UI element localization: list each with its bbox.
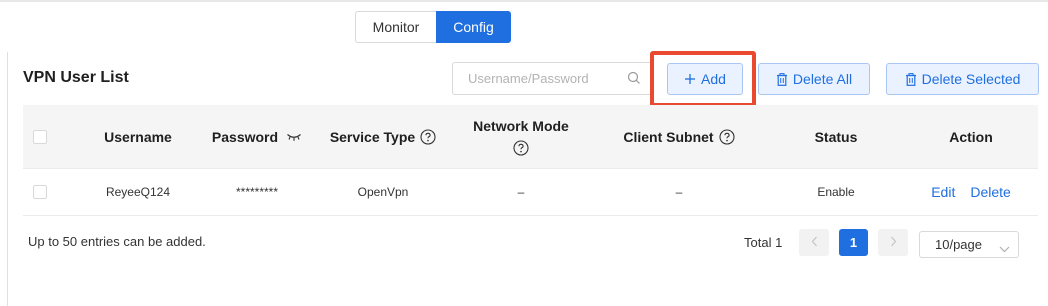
search-icon[interactable] <box>627 71 641 85</box>
row-username: ReyeeQ124 <box>105 185 171 199</box>
header-service-type: Service Type <box>323 105 443 168</box>
header-password: Password <box>197 105 317 168</box>
header-action: Action <box>949 128 993 145</box>
header-client-subnet: Client Subnet <box>599 105 759 168</box>
chevron-right-icon <box>890 235 897 250</box>
left-divider <box>7 52 8 306</box>
page-number-current[interactable]: 1 <box>839 229 868 256</box>
delete-all-label: Delete All <box>792 71 853 87</box>
view-switcher: Monitor Config <box>355 11 511 43</box>
table-header: Username Password Service Type Network M… <box>23 105 1038 169</box>
entry-limit-note: Up to 50 entries can be added. <box>28 234 206 249</box>
tab-monitor[interactable]: Monitor <box>355 11 436 43</box>
header-client-subnet-label: Client Subnet <box>623 128 714 145</box>
row-network-mode: – <box>517 185 525 199</box>
header-username: Username <box>104 128 172 145</box>
delete-selected-label: Delete Selected <box>921 71 1021 87</box>
header-network-mode-label: Network Mode <box>473 117 569 134</box>
row-status: Enable <box>817 185 855 199</box>
total-count: Total 1 <box>744 235 783 250</box>
chevron-left-icon <box>811 235 818 250</box>
page-size-value: 10/page <box>935 237 982 252</box>
next-page-button[interactable] <box>878 229 908 256</box>
row-client-subnet: – <box>675 185 683 199</box>
delete-link[interactable]: Delete <box>970 184 1010 200</box>
row-actions: Edit Delete <box>903 169 1039 215</box>
vpn-user-table: Username Password Service Type Network M… <box>23 105 1038 216</box>
add-highlight-box <box>650 51 756 107</box>
search-input[interactable] <box>453 63 623 94</box>
help-icon[interactable] <box>420 128 436 145</box>
search-box <box>452 62 652 95</box>
help-icon[interactable] <box>719 128 735 145</box>
edit-link[interactable]: Edit <box>931 184 955 200</box>
top-divider <box>0 0 1048 2</box>
table-row: ReyeeQ124 ********* OpenVpn – – Enable E… <box>23 169 1038 216</box>
tab-config[interactable]: Config <box>436 11 511 43</box>
page-title: VPN User List <box>23 69 129 86</box>
header-network-mode: Network Mode <box>453 105 589 168</box>
trash-icon <box>776 72 788 86</box>
chevron-down-icon <box>999 241 1010 256</box>
row-checkbox[interactable] <box>33 185 47 199</box>
page-size-select[interactable]: 10/page <box>919 231 1019 258</box>
header-select-all <box>23 105 57 168</box>
trash-icon <box>905 72 917 86</box>
select-all-checkbox[interactable] <box>33 129 47 144</box>
header-password-label: Password <box>211 128 279 145</box>
header-status: Status <box>814 128 858 145</box>
eye-closed-icon[interactable] <box>286 132 302 142</box>
row-service-type: OpenVpn <box>357 185 409 199</box>
delete-all-button[interactable]: Delete All <box>758 63 870 95</box>
prev-page-button[interactable] <box>799 229 829 256</box>
help-icon[interactable] <box>513 139 529 156</box>
row-password: ********* <box>235 185 279 199</box>
delete-selected-button[interactable]: Delete Selected <box>886 63 1039 95</box>
row-select <box>23 169 57 215</box>
header-service-type-label: Service Type <box>329 128 416 145</box>
